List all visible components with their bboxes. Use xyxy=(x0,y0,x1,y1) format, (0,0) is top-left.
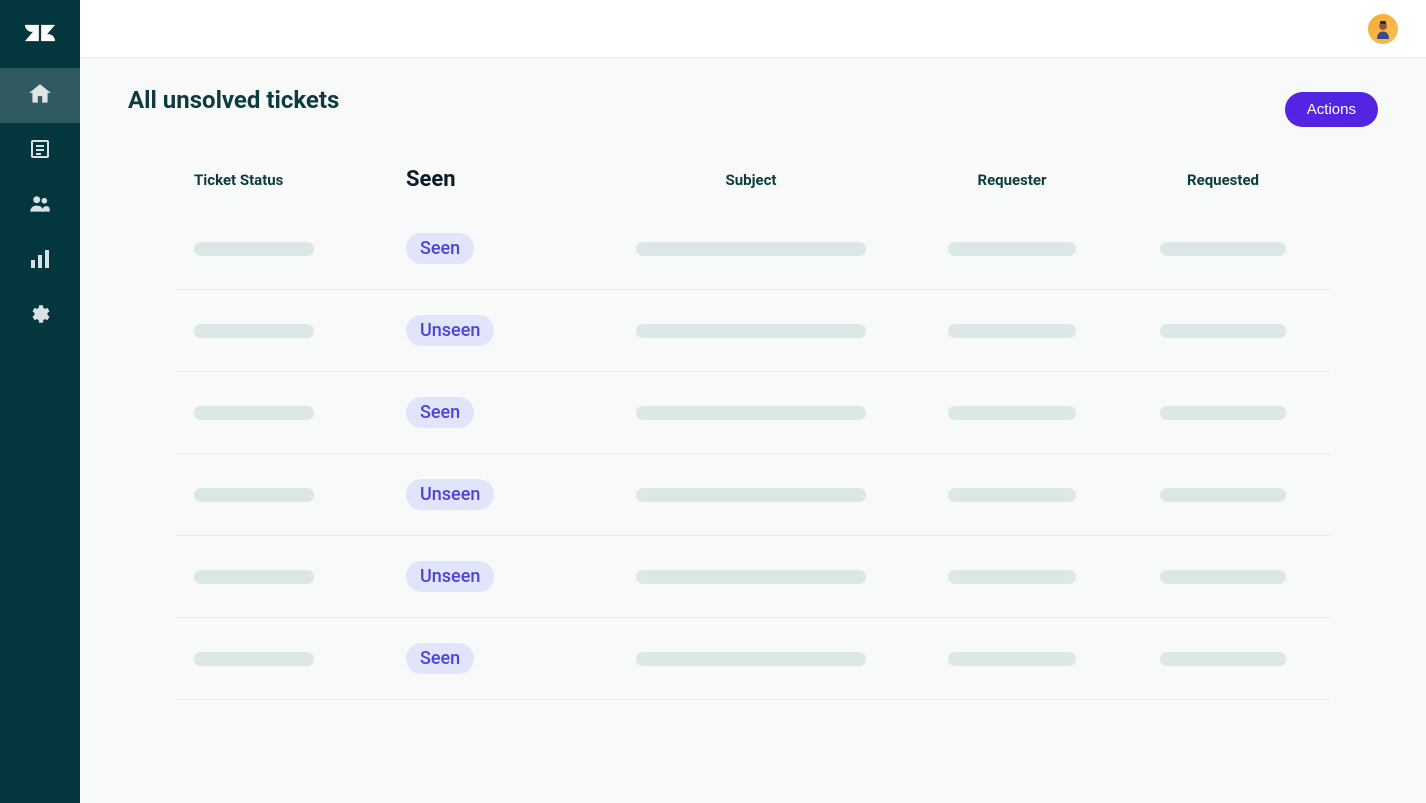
users-icon xyxy=(27,191,53,221)
requested-placeholder xyxy=(1160,652,1286,666)
sidebar-item-admin[interactable] xyxy=(0,288,80,343)
actions-button[interactable]: Actions xyxy=(1285,92,1378,127)
table-row[interactable]: Seen xyxy=(176,372,1330,454)
requested-placeholder xyxy=(1160,570,1286,584)
tickets-table: Ticket Status Seen Subject Requester Req… xyxy=(128,167,1378,700)
requested-placeholder xyxy=(1160,324,1286,338)
seen-badge: Unseen xyxy=(406,315,494,346)
seen-badge: Seen xyxy=(406,397,474,428)
status-placeholder xyxy=(194,324,314,338)
list-icon xyxy=(28,137,52,165)
table-row[interactable]: Seen xyxy=(176,618,1330,700)
sidebar xyxy=(0,0,80,803)
table-row[interactable]: Seen xyxy=(176,208,1330,290)
seen-badge: Unseen xyxy=(406,561,494,592)
requester-placeholder xyxy=(948,406,1076,420)
zendesk-logo-icon xyxy=(25,18,55,48)
home-icon xyxy=(27,81,53,111)
subject-placeholder xyxy=(636,406,866,420)
column-header-status[interactable]: Ticket Status xyxy=(194,171,283,189)
subject-placeholder xyxy=(636,570,866,584)
table-header-row: Ticket Status Seen Subject Requester Req… xyxy=(176,167,1330,208)
column-header-requested[interactable]: Requested xyxy=(1118,171,1328,189)
column-header-requester[interactable]: Requester xyxy=(906,171,1118,189)
sidebar-item-reporting[interactable] xyxy=(0,233,80,288)
requester-placeholder xyxy=(948,242,1076,256)
status-placeholder xyxy=(194,488,314,502)
requested-placeholder xyxy=(1160,242,1286,256)
table-row[interactable]: Unseen xyxy=(176,536,1330,618)
page-title: All unsolved tickets xyxy=(128,86,339,114)
subject-placeholder xyxy=(636,242,866,256)
gear-icon xyxy=(28,302,52,330)
requested-placeholder xyxy=(1160,406,1286,420)
subject-placeholder xyxy=(636,324,866,338)
requester-placeholder xyxy=(948,324,1076,338)
status-placeholder xyxy=(194,652,314,666)
status-placeholder xyxy=(194,570,314,584)
user-avatar[interactable] xyxy=(1368,14,1398,44)
column-header-seen[interactable]: Seen xyxy=(406,167,456,192)
requested-placeholder xyxy=(1160,488,1286,502)
requester-placeholder xyxy=(948,652,1076,666)
status-placeholder xyxy=(194,406,314,420)
table-row[interactable]: Unseen xyxy=(176,290,1330,372)
subject-placeholder xyxy=(636,652,866,666)
seen-badge: Unseen xyxy=(406,479,494,510)
sidebar-item-views[interactable] xyxy=(0,123,80,178)
table-row[interactable]: Unseen xyxy=(176,454,1330,536)
seen-badge: Seen xyxy=(406,643,474,674)
seen-badge: Seen xyxy=(406,233,474,264)
topbar xyxy=(80,0,1426,58)
status-placeholder xyxy=(194,242,314,256)
sidebar-item-customers[interactable] xyxy=(0,178,80,233)
subject-placeholder xyxy=(636,488,866,502)
sidebar-item-home[interactable] xyxy=(0,68,80,123)
requester-placeholder xyxy=(948,488,1076,502)
column-header-subject[interactable]: Subject xyxy=(596,171,906,189)
bar-chart-icon xyxy=(28,247,52,275)
requester-placeholder xyxy=(948,570,1076,584)
